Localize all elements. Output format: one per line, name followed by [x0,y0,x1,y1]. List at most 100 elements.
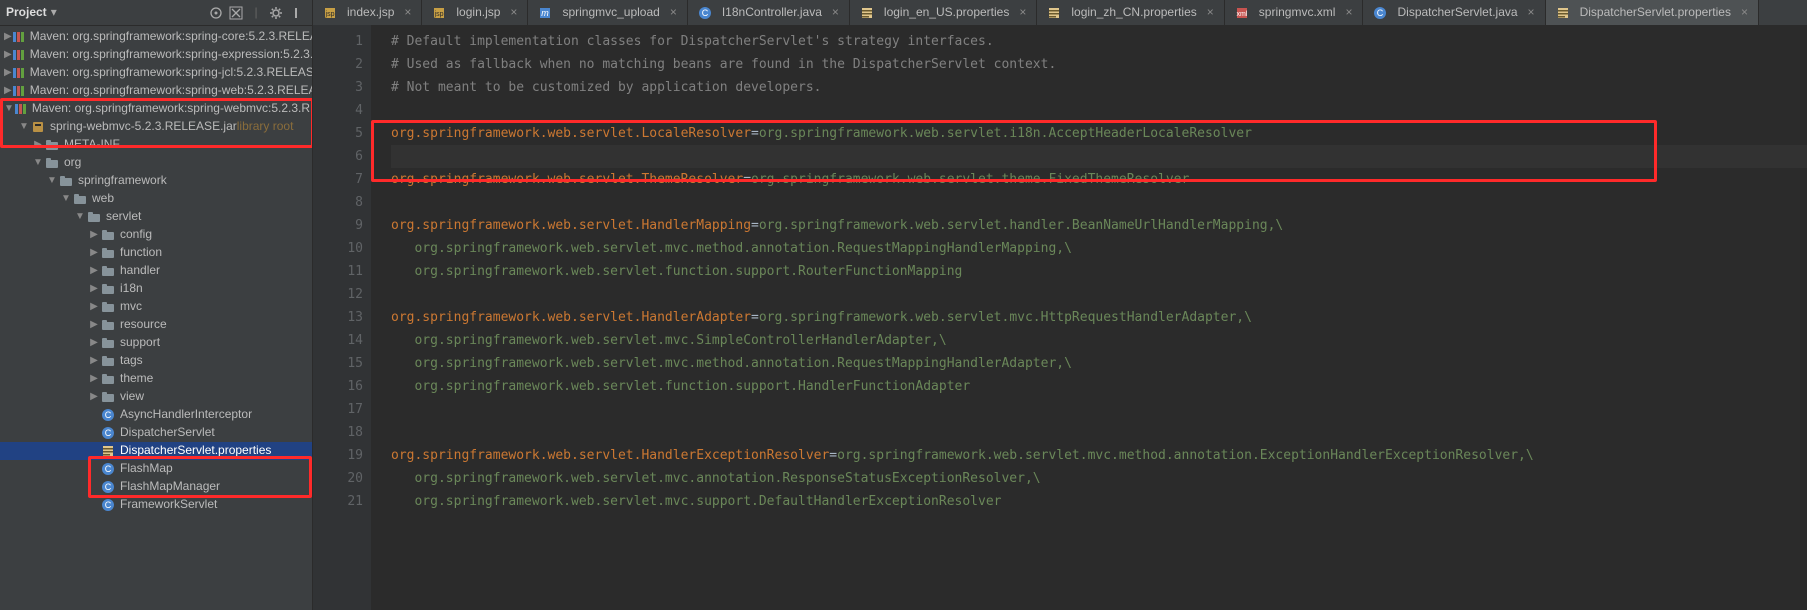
tree-node[interactable]: ▼spring-webmvc-5.2.3.RELEASE.jar library… [0,118,312,136]
folder-icon [72,192,88,206]
editor-tabs[interactable]: index.jsp×login.jsp×springmvc_upload×I18… [313,0,1807,25]
editor-tab[interactable]: DispatcherServlet.java× [1363,0,1545,25]
tree-node[interactable]: ▶Maven: org.springframework:spring-expre… [0,46,312,64]
project-sidebar: Project ▾ | ▶Maven: org.springframework:… [0,0,313,610]
expand-arrow-icon[interactable]: ▼ [60,192,72,207]
tree-node[interactable]: ▶function [0,244,312,262]
tree-node[interactable]: ▼springframework [0,172,312,190]
code-line[interactable]: org.springframework.web.servlet.mvc.supp… [391,490,1807,513]
project-tree[interactable]: ▶Maven: org.springframework:spring-core:… [0,26,312,610]
close-icon[interactable]: × [1741,4,1748,21]
tree-node[interactable]: ▶resource [0,316,312,334]
tree-node[interactable]: ▶Maven: org.springframework:spring-core:… [0,28,312,46]
code-line[interactable] [391,283,1807,306]
code-line[interactable]: org.springframework.web.servlet.HandlerE… [391,444,1807,467]
editor-tab[interactable]: index.jsp× [313,0,422,25]
editor-tab[interactable]: login_zh_CN.properties× [1037,0,1224,25]
tree-node[interactable]: AsyncHandlerInterceptor [0,406,312,424]
close-icon[interactable]: × [1345,4,1352,21]
expand-arrow-icon[interactable]: ▶ [88,264,100,279]
tree-node[interactable]: ▼servlet [0,208,312,226]
expand-arrow-icon[interactable]: ▶ [4,30,12,45]
tree-node[interactable]: ▶tags [0,352,312,370]
locate-icon[interactable] [206,3,226,23]
folder-icon [100,246,116,260]
close-icon[interactable]: × [404,4,411,21]
expand-arrow-icon[interactable]: ▼ [32,156,44,171]
close-icon[interactable]: × [832,4,839,21]
close-icon[interactable]: × [1019,4,1026,21]
close-icon[interactable]: × [1207,4,1214,21]
code-line[interactable]: org.springframework.web.servlet.ThemeRes… [391,168,1807,191]
editor-tab[interactable]: springmvc_upload× [528,0,687,25]
close-icon[interactable]: × [510,4,517,21]
hide-sidebar-icon[interactable] [286,3,306,23]
tree-node[interactable]: FrameworkServlet [0,496,312,514]
tree-node[interactable]: ▶META-INF [0,136,312,154]
close-icon[interactable]: × [670,4,677,21]
tree-node[interactable]: ▶Maven: org.springframework:spring-web:5… [0,82,312,100]
folder-icon [44,156,60,170]
expand-arrow-icon[interactable]: ▶ [88,300,100,315]
tree-node[interactable]: DispatcherServlet.properties [0,442,312,460]
tree-node[interactable]: ▶theme [0,370,312,388]
code-line[interactable] [391,99,1807,122]
expand-arrow-icon[interactable]: ▶ [88,372,100,387]
code-line[interactable] [391,145,1807,168]
editor-tab[interactable]: I18nController.java× [688,0,850,25]
expand-arrow-icon[interactable]: ▶ [4,84,12,99]
code-line[interactable]: org.springframework.web.servlet.function… [391,375,1807,398]
editor-tab[interactable]: springmvc.xml× [1225,0,1364,25]
code-line[interactable]: org.springframework.web.servlet.function… [391,260,1807,283]
code-line[interactable]: org.springframework.web.servlet.mvc.anno… [391,467,1807,490]
tree-node[interactable]: FlashMap [0,460,312,478]
sidebar-dropdown-icon[interactable]: ▾ [51,4,57,21]
tree-node[interactable]: ▼web [0,190,312,208]
gear-icon[interactable] [266,3,286,23]
tree-node[interactable]: ▶i18n [0,280,312,298]
code-line[interactable]: org.springframework.web.servlet.HandlerA… [391,306,1807,329]
tree-node[interactable]: ▶Maven: org.springframework:spring-jcl:5… [0,64,312,82]
tree-node[interactable]: ▶config [0,226,312,244]
expand-arrow-icon[interactable]: ▶ [4,48,12,63]
expand-arrow-icon[interactable]: ▼ [4,102,14,117]
expand-arrow-icon[interactable]: ▶ [88,336,100,351]
expand-arrow-icon[interactable]: ▶ [88,228,100,243]
expand-arrow-icon[interactable]: ▶ [4,66,12,81]
code-line[interactable]: org.springframework.web.servlet.mvc.Simp… [391,329,1807,352]
tree-node[interactable]: ▶support [0,334,312,352]
tree-node[interactable]: ▶mvc [0,298,312,316]
expand-arrow-icon[interactable]: ▼ [46,174,58,189]
code-line[interactable] [391,191,1807,214]
tree-node[interactable]: ▶view [0,388,312,406]
close-icon[interactable]: × [1528,4,1535,21]
code-line[interactable]: # Default implementation classes for Dis… [391,30,1807,53]
tree-node[interactable]: ▶handler [0,262,312,280]
editor-tab[interactable]: login.jsp× [422,0,528,25]
tree-node[interactable]: ▼org [0,154,312,172]
code-area[interactable]: # Default implementation classes for Dis… [371,25,1807,610]
code-line[interactable]: org.springframework.web.servlet.mvc.meth… [391,352,1807,375]
tree-node[interactable]: FlashMapManager [0,478,312,496]
expand-arrow-icon[interactable]: ▶ [88,282,100,297]
expand-arrow-icon[interactable]: ▼ [74,210,86,225]
code-line[interactable]: # Not meant to be customized by applicat… [391,76,1807,99]
tree-node[interactable]: ▼Maven: org.springframework:spring-webmv… [0,100,312,118]
expand-arrow-icon[interactable]: ▼ [18,120,30,135]
code-line[interactable] [391,398,1807,421]
expand-arrow-icon[interactable]: ▶ [88,246,100,261]
code-line[interactable]: org.springframework.web.servlet.HandlerM… [391,214,1807,237]
editor-tab[interactable]: login_en_US.properties× [850,0,1037,25]
expand-arrow-icon[interactable]: ▶ [88,354,100,369]
code-line[interactable]: org.springframework.web.servlet.LocaleRe… [391,122,1807,145]
expand-arrow-icon[interactable]: ▶ [88,390,100,405]
sidebar-title[interactable]: Project [6,4,47,21]
tree-node[interactable]: DispatcherServlet [0,424,312,442]
editor-tab[interactable]: DispatcherServlet.properties× [1546,0,1759,25]
expand-arrow-icon[interactable]: ▶ [32,138,44,153]
code-line[interactable] [391,421,1807,444]
collapse-all-icon[interactable] [226,3,246,23]
expand-arrow-icon[interactable]: ▶ [88,318,100,333]
code-line[interactable]: org.springframework.web.servlet.mvc.meth… [391,237,1807,260]
code-line[interactable]: # Used as fallback when no matching bean… [391,53,1807,76]
